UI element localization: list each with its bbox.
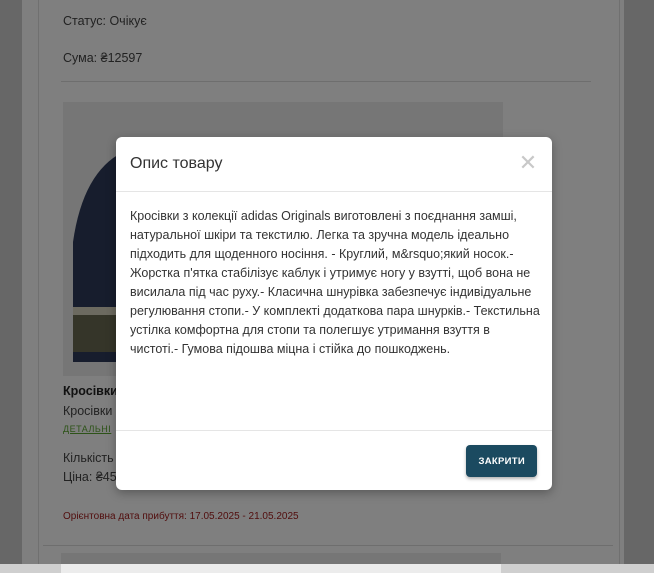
close-button[interactable]: ЗАКРИТИ [466,445,537,477]
modal-footer: ЗАКРИТИ [116,430,552,491]
modal-title: Опис товару [130,155,223,172]
modal-body-text: Кросівки з колекції adidas Originals виг… [130,209,540,356]
modal-header: Опис товару ✕ [116,137,552,192]
close-icon[interactable]: ✕ [518,152,538,174]
product-description-modal: Опис товару ✕ Кросівки з колекції adidas… [116,137,552,490]
